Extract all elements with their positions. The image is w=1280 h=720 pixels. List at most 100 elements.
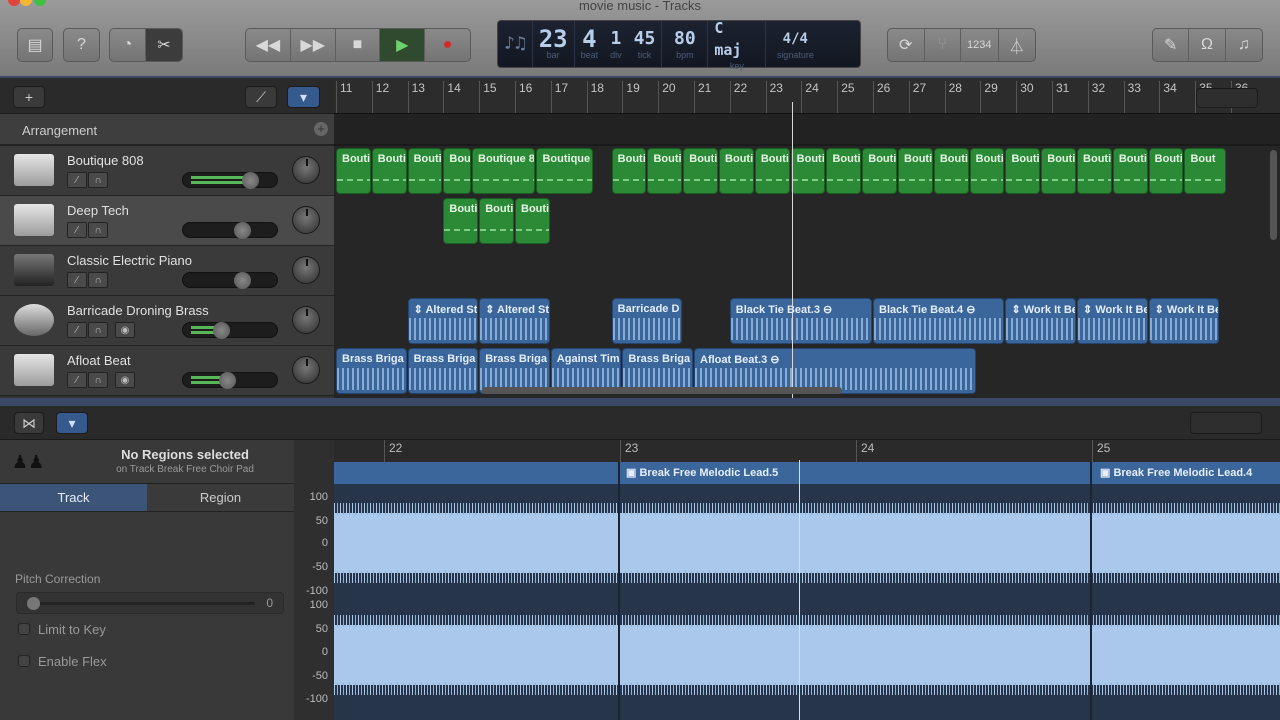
volume-knob[interactable]	[241, 172, 259, 189]
tuner-button[interactable]: ⑂	[925, 29, 961, 61]
region[interactable]: Black Tie Beat.4 ⊖	[873, 298, 1005, 344]
region[interactable]: Bouti	[407, 148, 443, 194]
lcd-mode[interactable]: ♪♫	[498, 21, 533, 67]
pan-knob[interactable]	[292, 356, 320, 384]
editor-ruler[interactable]: 22 23 24 25	[334, 440, 1280, 462]
waveform-editor[interactable]: 22 23 24 25 ▣ Break Free Melodic Lead.5 ▣ Br…	[334, 440, 1280, 720]
solo-button[interactable]: ∩	[88, 272, 108, 288]
track-header[interactable]: Boutique 808 ⁄ ∩	[0, 146, 334, 196]
track-name[interactable]: Barricade Droning Brass	[67, 303, 209, 318]
volume-knob[interactable]	[234, 222, 252, 239]
solo-button[interactable]: ∩	[88, 172, 108, 188]
region[interactable]: Bouti	[647, 148, 683, 194]
lcd-key[interactable]: C maj key	[708, 19, 767, 71]
region[interactable]: ⇕ Altered St	[479, 298, 550, 344]
volume-knob[interactable]	[234, 272, 252, 289]
mute-button[interactable]: ⁄	[67, 222, 87, 238]
region[interactable]: ⇕ Altered St	[407, 298, 479, 344]
editors-button[interactable]: ✂	[146, 29, 182, 61]
timeline-ruler[interactable]: 11 12 13 14 15 16 17 18 19 20 21 22 23 24 25 26 27 28 29 30…	[334, 80, 1280, 114]
loop-browser-button[interactable]: Ω	[1189, 29, 1226, 61]
region[interactable]: Brass Briga	[336, 348, 407, 394]
catch-filter-button[interactable]: ▾	[287, 86, 320, 108]
pan-knob[interactable]	[292, 206, 320, 234]
region[interactable]: Bouti	[683, 148, 719, 194]
vertical-scrollbar[interactable]	[1270, 150, 1277, 240]
region[interactable]: Bouti	[611, 148, 647, 194]
region[interactable]: ⇕ Work It Be	[1077, 298, 1148, 344]
volume-slider[interactable]	[182, 372, 278, 389]
region[interactable]: Bouti	[719, 148, 754, 194]
editor-region-name[interactable]: ▣ Break Free Melodic Lead.5	[626, 466, 778, 479]
record-button[interactable]: ●	[425, 29, 470, 61]
region[interactable]: Bouti	[969, 148, 1005, 194]
region[interactable]: Black Tie Beat.3 ⊖	[729, 298, 872, 344]
region[interactable]: Bouti	[862, 148, 898, 194]
enable-flex-checkbox[interactable]	[18, 655, 30, 667]
volume-slider[interactable]	[182, 272, 278, 289]
region[interactable]: Bou	[443, 148, 472, 194]
editor-region-name[interactable]: ▣ Break Free Melodic Lead.4	[1100, 466, 1252, 479]
pane-divider[interactable]	[0, 398, 1280, 406]
pan-knob[interactable]	[292, 256, 320, 284]
play-button[interactable]: ▶	[380, 29, 426, 61]
tab-region[interactable]: Region	[147, 484, 294, 511]
lcd-signature[interactable]: 4/4 signature	[766, 21, 824, 67]
record-enable-button[interactable]: ◉	[115, 322, 135, 338]
limit-to-key-checkbox[interactable]	[18, 623, 30, 635]
help-button[interactable]: ?	[63, 28, 100, 62]
track-name[interactable]: Classic Electric Piano	[67, 253, 192, 268]
region[interactable]: Bouti	[371, 148, 407, 194]
rewind-button[interactable]: ◀◀	[246, 29, 291, 61]
region[interactable]: Bouti	[479, 198, 514, 244]
cycle-button[interactable]: ⟳	[888, 29, 925, 61]
region[interactable]: ⇕ Work It Be	[1005, 298, 1077, 344]
pan-knob[interactable]	[292, 306, 320, 334]
track-header[interactable]: Classic Electric Piano ⁄ ∩	[0, 246, 334, 296]
horizontal-scrollbar[interactable]	[482, 387, 842, 394]
mute-button[interactable]: ⁄	[67, 372, 87, 388]
volume-knob[interactable]	[212, 322, 230, 339]
add-arrangement-marker-button[interactable]: +	[314, 122, 328, 136]
editor-playhead[interactable]	[799, 460, 800, 720]
region[interactable]: Bouti	[1077, 148, 1112, 194]
region[interactable]: Bouti	[336, 148, 371, 194]
region[interactable]: Bouti	[790, 148, 826, 194]
media-browser-button[interactable]: ♫	[1226, 29, 1262, 61]
track-name[interactable]: Afloat Beat	[67, 353, 131, 368]
region[interactable]: Bouti	[898, 148, 933, 194]
track-header[interactable]: Afloat Beat ⁄ ∩ ◉	[0, 346, 334, 396]
volume-knob[interactable]	[218, 372, 236, 389]
region[interactable]: Bout	[1184, 148, 1227, 194]
add-track-button[interactable]: +	[13, 86, 45, 108]
track-name[interactable]: Deep Tech	[67, 203, 129, 218]
tracks-area[interactable]: 11 12 13 14 15 16 17 18 19 20 21 22 23 24 25 26 27 28 29 30…	[334, 80, 1280, 398]
region[interactable]: Bouti	[933, 148, 969, 194]
stop-button[interactable]: ■	[336, 29, 381, 61]
pitch-correction-slider[interactable]: 0	[16, 592, 284, 614]
solo-button[interactable]: ∩	[88, 322, 108, 338]
solo-button[interactable]: ∩	[88, 222, 108, 238]
record-enable-button[interactable]: ◉	[115, 372, 135, 388]
tab-track[interactable]: Track	[0, 484, 147, 511]
lcd-display[interactable]: ♪♫ 23 bar 4 beat 1 div 45 tick 80 bpm C maj ke…	[497, 19, 861, 71]
region[interactable]: Bouti	[754, 148, 790, 194]
playhead[interactable]	[792, 102, 793, 398]
track-header[interactable]: Deep Tech ⁄ ∩	[0, 196, 334, 246]
horizontal-zoom-slider[interactable]	[1196, 88, 1258, 108]
region[interactable]: Bouti	[1005, 148, 1041, 194]
editor-region-bar[interactable]: ▣ Break Free Melodic Lead.5 ▣ Break Free …	[334, 462, 1280, 484]
region[interactable]: Bouti	[515, 198, 550, 244]
region[interactable]: Brass Briga	[407, 348, 479, 394]
slider-knob[interactable]	[27, 597, 40, 610]
solo-button[interactable]: ∩	[88, 372, 108, 388]
library-button[interactable]: ▤	[17, 28, 53, 62]
volume-slider[interactable]	[182, 172, 278, 189]
editor-catch-button[interactable]: ▾	[56, 412, 88, 434]
fast-forward-button[interactable]: ▶▶	[291, 29, 336, 61]
region[interactable]: ⇕ Work It Be	[1148, 298, 1220, 344]
mute-button[interactable]: ⁄	[67, 172, 87, 188]
lcd-bpm[interactable]: 80 bpm	[662, 21, 709, 67]
mute-button[interactable]: ⁄	[67, 272, 87, 288]
count-in-button[interactable]: 1234	[961, 29, 999, 61]
